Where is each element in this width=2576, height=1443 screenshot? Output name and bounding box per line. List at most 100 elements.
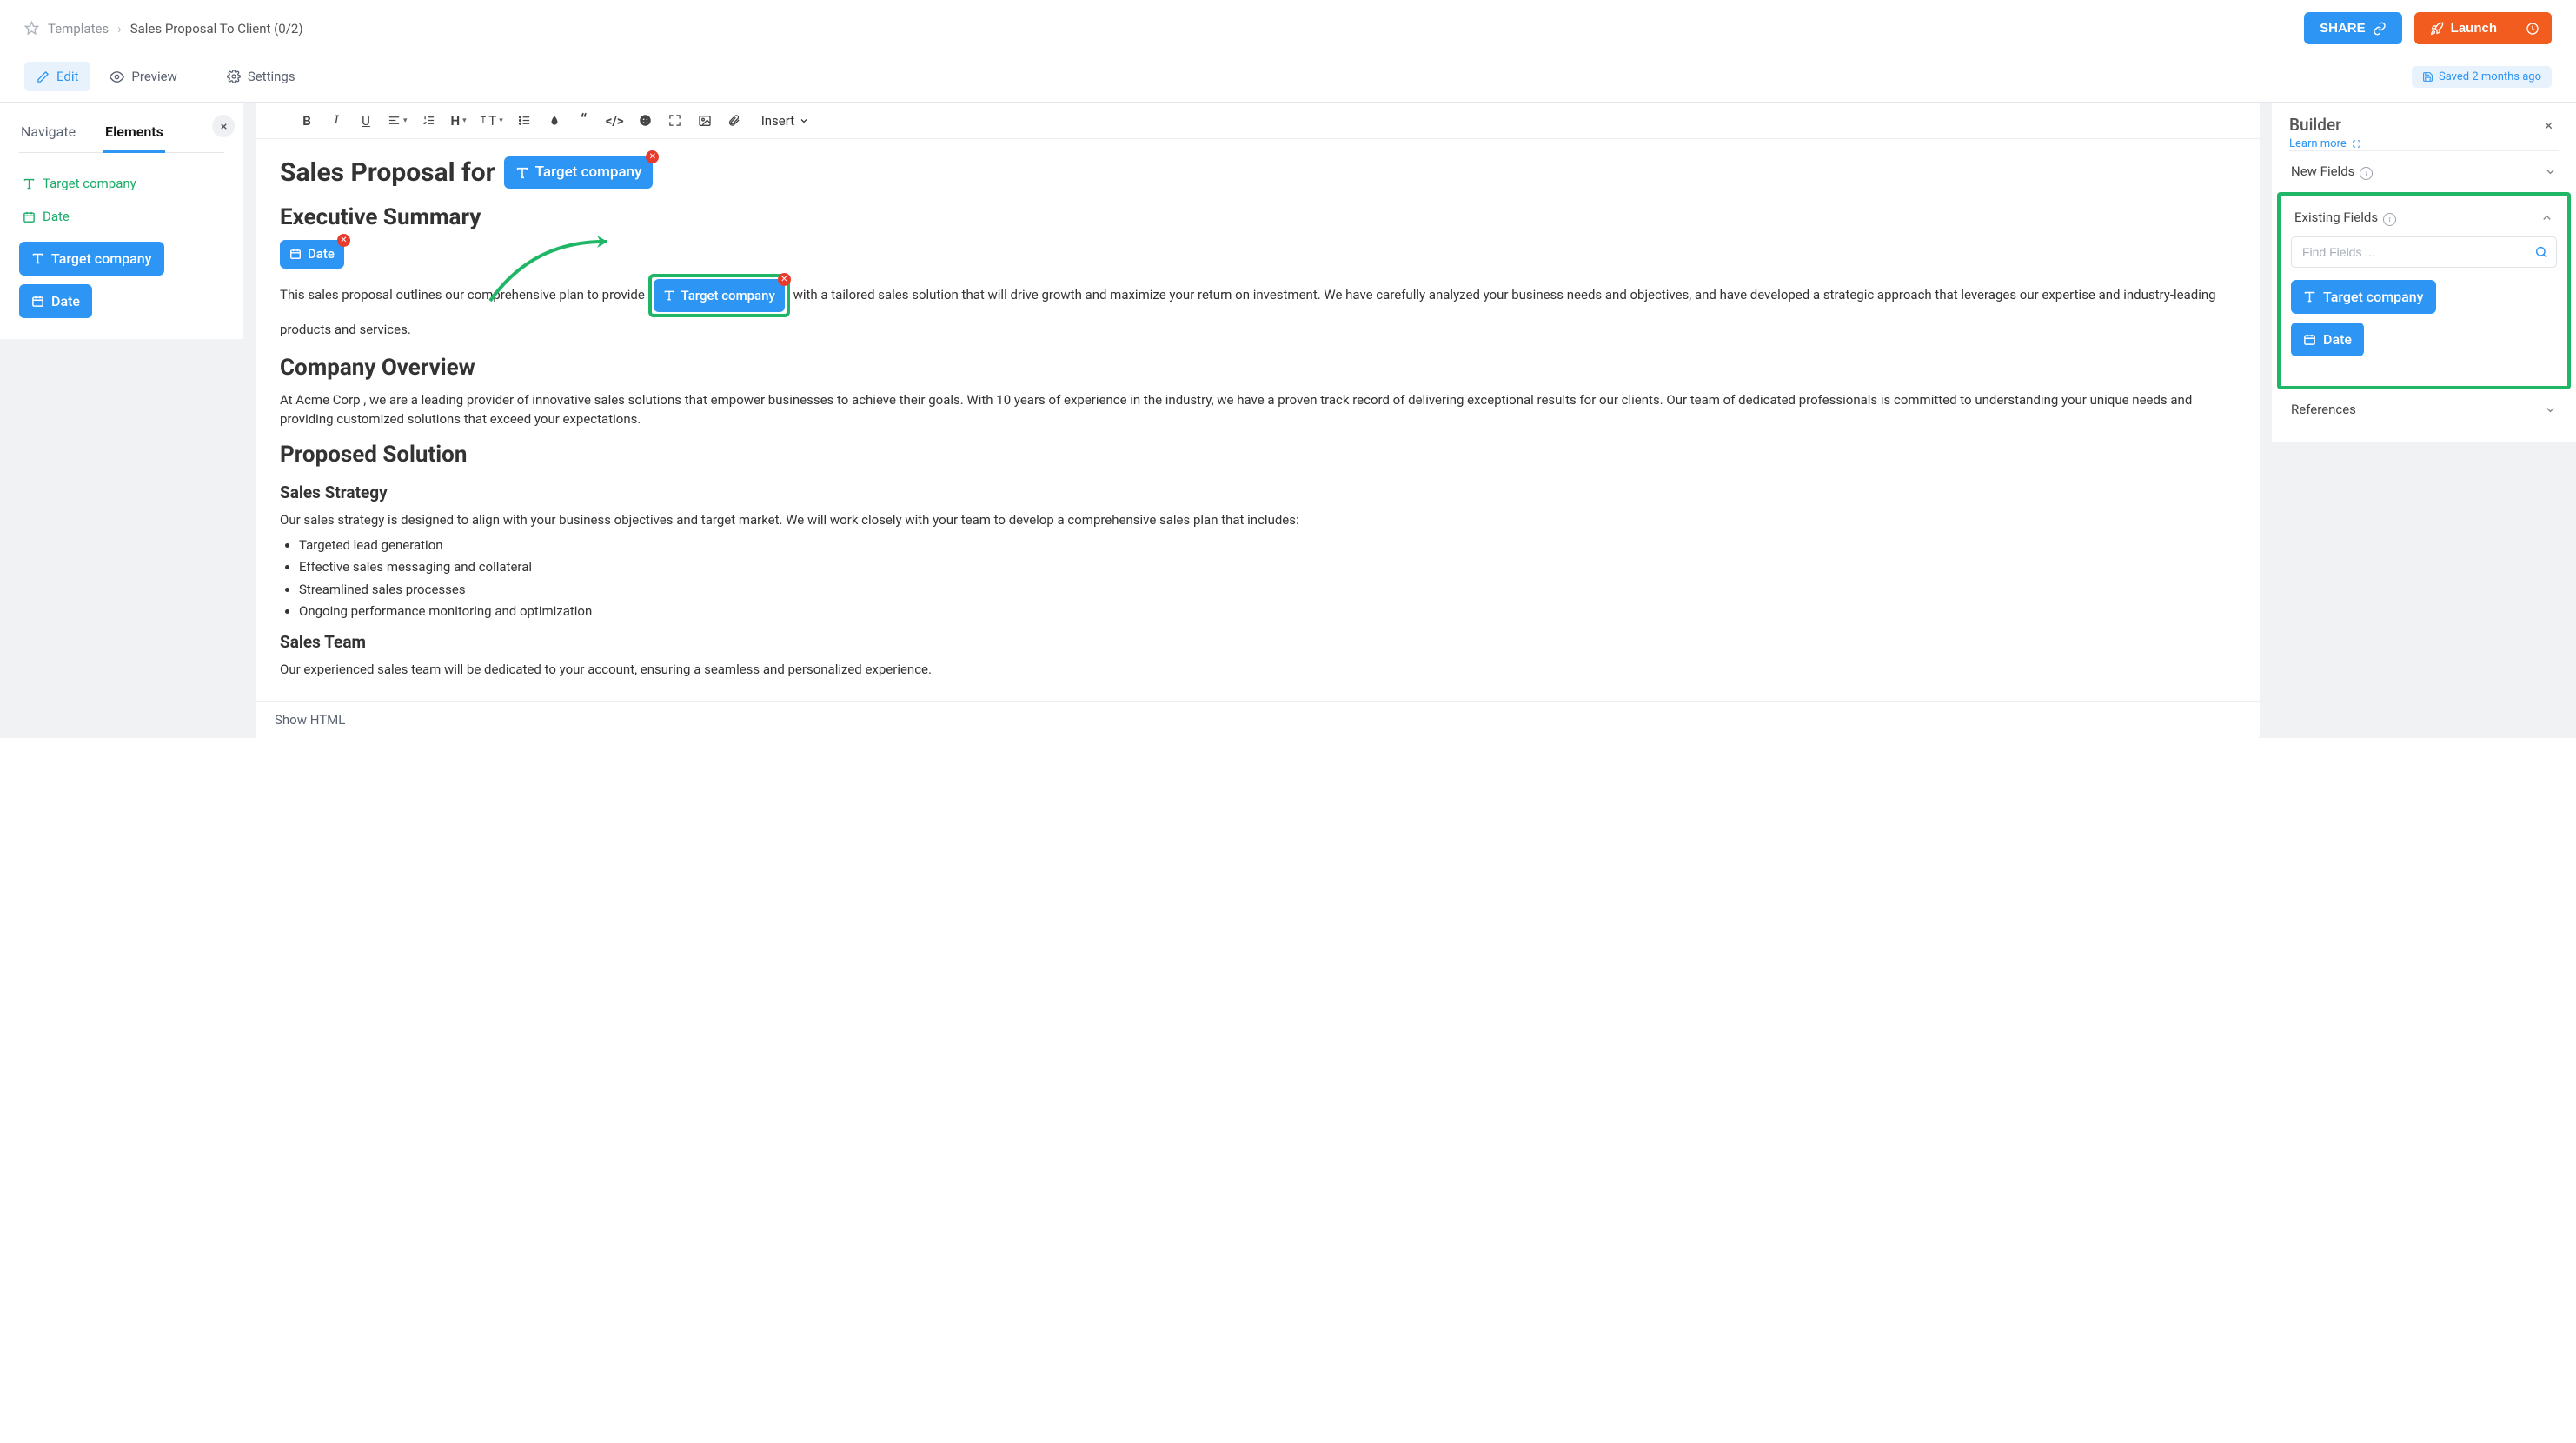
builder-pane: Builder Learn more New Fieldsi Existing … bbox=[2272, 103, 2576, 442]
remove-chip-button[interactable]: ✕ bbox=[778, 273, 791, 286]
section-references[interactable]: References bbox=[2289, 389, 2559, 429]
h2-proposed-solution: Proposed Solution bbox=[280, 438, 2235, 472]
inline-chip-date[interactable]: Date ✕ bbox=[280, 240, 344, 269]
save-icon bbox=[2422, 71, 2433, 83]
doc-paragraph: This sales proposal outlines our compreh… bbox=[280, 274, 2235, 342]
doc-paragraph: Our sales strategy is designed to align … bbox=[280, 510, 2235, 530]
heading-button[interactable]: H▾ bbox=[451, 113, 467, 129]
h2-exec-summary: Executive Summary bbox=[280, 201, 2235, 235]
tab-navigate[interactable]: Navigate bbox=[19, 115, 77, 152]
info-icon: i bbox=[2383, 213, 2396, 226]
tab-preview-label: Preview bbox=[131, 69, 176, 84]
share-button-label: SHARE bbox=[2320, 21, 2366, 36]
close-builder-button[interactable] bbox=[2538, 115, 2559, 136]
bullet-list-button[interactable] bbox=[517, 114, 533, 127]
code-button[interactable]: </> bbox=[606, 113, 624, 129]
left-pane: Navigate Elements Target company Date Ta… bbox=[0, 103, 243, 339]
remove-chip-button[interactable]: ✕ bbox=[337, 234, 350, 247]
text-icon bbox=[663, 289, 675, 302]
existing-field-date[interactable]: Date bbox=[2291, 323, 2364, 356]
calendar-icon bbox=[23, 210, 36, 223]
tab-settings[interactable]: Settings bbox=[215, 62, 308, 91]
underline-button[interactable]: U bbox=[358, 113, 374, 129]
align-button[interactable]: ▾ bbox=[388, 114, 408, 127]
doc-title: Sales Proposal for Target company ✕ bbox=[280, 153, 2235, 192]
section-label: Existing Fields bbox=[2294, 209, 2378, 225]
learn-more-link[interactable]: Learn more bbox=[2289, 137, 2361, 150]
chevron-down-icon bbox=[2544, 403, 2557, 416]
image-button[interactable] bbox=[697, 114, 713, 128]
show-html-toggle[interactable]: Show HTML bbox=[256, 701, 2260, 738]
tab-edit-label: Edit bbox=[56, 69, 78, 84]
tab-settings-label: Settings bbox=[248, 69, 295, 84]
search-icon[interactable] bbox=[2534, 245, 2548, 259]
chevron-down-icon bbox=[2544, 165, 2557, 178]
doc-paragraph: At Acme Corp , we are a leading provider… bbox=[280, 390, 2235, 429]
list-item: Ongoing performance monitoring and optim… bbox=[299, 602, 2235, 622]
emoji-button[interactable] bbox=[638, 114, 654, 127]
text-size-button[interactable]: TT▾ bbox=[481, 113, 503, 129]
launch-schedule-button[interactable] bbox=[2513, 12, 2552, 44]
builder-title: Builder bbox=[2289, 115, 2361, 135]
section-existing-fields-header[interactable]: Existing Fields i bbox=[2291, 209, 2557, 236]
tab-edit[interactable]: Edit bbox=[24, 62, 90, 91]
chip-label: Date bbox=[51, 293, 80, 309]
fullscreen-button[interactable] bbox=[667, 114, 683, 127]
secondary-bar: Edit Preview Settings Saved 2 months ago bbox=[0, 57, 2576, 103]
section-new-fields[interactable]: New Fieldsi bbox=[2289, 150, 2559, 192]
star-icon[interactable] bbox=[24, 21, 39, 36]
chip-date[interactable]: Date bbox=[19, 284, 92, 318]
chip-label: Target company bbox=[535, 162, 642, 184]
top-actions: SHARE Launch bbox=[2304, 12, 2552, 44]
calendar-icon bbox=[2303, 333, 2316, 346]
text-icon bbox=[23, 177, 36, 190]
italic-button[interactable]: I bbox=[329, 113, 344, 128]
highlighted-drop-target: Target company ✕ bbox=[648, 274, 790, 318]
breadcrumb: Templates › Sales Proposal To Client (0/… bbox=[24, 21, 303, 37]
h3-sales-team: Sales Team bbox=[280, 630, 2235, 655]
ink-button[interactable] bbox=[547, 115, 562, 127]
tab-elements[interactable]: Elements bbox=[103, 115, 165, 153]
top-bar: Templates › Sales Proposal To Client (0/… bbox=[0, 0, 2576, 57]
chip-target-company[interactable]: Target company bbox=[19, 242, 164, 276]
list-item: Targeted lead generation bbox=[299, 535, 2235, 555]
remove-chip-button[interactable]: ✕ bbox=[646, 150, 659, 163]
quote-button[interactable]: “ bbox=[576, 111, 592, 130]
inline-chip-target-company[interactable]: Target company ✕ bbox=[654, 279, 785, 313]
search-wrap bbox=[2291, 236, 2557, 268]
attachment-button[interactable] bbox=[727, 114, 742, 127]
section-label: References bbox=[2291, 402, 2356, 417]
close-icon bbox=[2543, 120, 2554, 131]
section-label: New Fields bbox=[2291, 163, 2354, 179]
tab-preview[interactable]: Preview bbox=[97, 62, 189, 91]
editor-pane: B I U ▾ H▾ TT▾ “ </> bbox=[256, 103, 2260, 738]
text-icon bbox=[2303, 290, 2316, 303]
breadcrumb-root[interactable]: Templates bbox=[48, 21, 109, 37]
h3-sales-strategy: Sales Strategy bbox=[280, 481, 2235, 506]
launch-button-label: Launch bbox=[2451, 21, 2497, 36]
share-button[interactable]: SHARE bbox=[2304, 12, 2402, 44]
workspace: Navigate Elements Target company Date Ta… bbox=[0, 103, 2576, 738]
chevron-right-icon: › bbox=[117, 21, 122, 37]
nav-link-date[interactable]: Date bbox=[19, 200, 224, 233]
expand-icon bbox=[2352, 139, 2361, 149]
text-icon bbox=[515, 166, 529, 180]
nav-link-target-company[interactable]: Target company bbox=[19, 167, 224, 200]
existing-field-target-company[interactable]: Target company bbox=[2291, 280, 2436, 314]
insert-dropdown[interactable]: Insert bbox=[761, 113, 809, 129]
chip-label: Target company bbox=[51, 250, 152, 267]
ordered-list-button[interactable] bbox=[422, 114, 437, 127]
document-editor[interactable]: Sales Proposal for Target company ✕ Exec… bbox=[256, 139, 2260, 701]
inline-chip-target-company[interactable]: Target company ✕ bbox=[504, 156, 654, 190]
h2-company-overview: Company Overview bbox=[280, 351, 2235, 385]
find-fields-input[interactable] bbox=[2291, 236, 2557, 268]
breadcrumb-current: Sales Proposal To Client (0/2) bbox=[130, 21, 303, 37]
close-left-pane-button[interactable] bbox=[212, 115, 235, 137]
calendar-icon bbox=[31, 295, 44, 308]
launch-button-group: Launch bbox=[2414, 12, 2552, 44]
mode-tabs: Edit Preview Settings bbox=[24, 62, 308, 91]
launch-button[interactable]: Launch bbox=[2414, 12, 2513, 44]
saved-status-text: Saved 2 months ago bbox=[2439, 70, 2541, 83]
bold-button[interactable]: B bbox=[299, 113, 315, 129]
calendar-icon bbox=[289, 248, 302, 260]
